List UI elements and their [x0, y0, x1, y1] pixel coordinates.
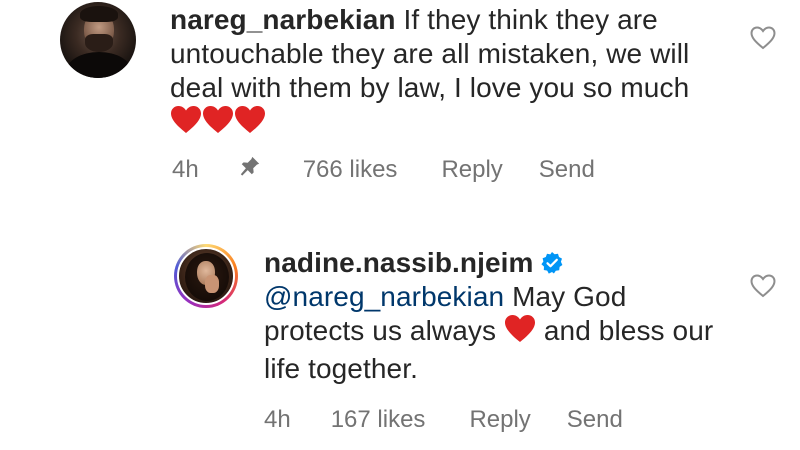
red-heart-emoji	[234, 105, 266, 143]
reply-button[interactable]: Reply	[441, 156, 502, 184]
username[interactable]: nareg_narbekian	[170, 4, 396, 35]
send-button[interactable]: Send	[567, 406, 623, 434]
like-heart-icon[interactable]	[750, 274, 776, 298]
red-heart-emoji	[170, 105, 202, 143]
verified-badge-icon	[540, 249, 564, 274]
comment: nareg_narbekian If they think they are u…	[0, 0, 800, 200]
timestamp: 4h	[172, 155, 199, 183]
pin-icon	[239, 155, 261, 184]
red-heart-emoji	[504, 314, 536, 352]
username[interactable]: nadine.nassib.njeim	[264, 247, 534, 278]
likes-count[interactable]: 167 likes	[331, 406, 426, 434]
avatar[interactable]	[60, 2, 136, 78]
comment-meta: 4h 167 likes Reply Send	[264, 406, 623, 434]
comment-body: nadine.nassib.njeim@nareg_narbekian May …	[264, 246, 724, 386]
likes-count[interactable]: 766 likes	[303, 156, 398, 184]
comment-meta: 4h 766 likes Reply Send	[172, 155, 595, 184]
like-heart-icon[interactable]	[750, 26, 776, 50]
mention-link[interactable]: @nareg_narbekian	[264, 281, 504, 312]
comment-body: nareg_narbekian If they think they are u…	[170, 3, 720, 143]
red-heart-emoji	[202, 105, 234, 143]
send-button[interactable]: Send	[539, 156, 595, 184]
timestamp: 4h	[264, 406, 291, 433]
story-ring[interactable]	[174, 244, 238, 308]
reply-comment: nadine.nassib.njeim@nareg_narbekian May …	[0, 238, 800, 450]
avatar[interactable]	[177, 247, 235, 305]
reply-button[interactable]: Reply	[469, 406, 530, 434]
